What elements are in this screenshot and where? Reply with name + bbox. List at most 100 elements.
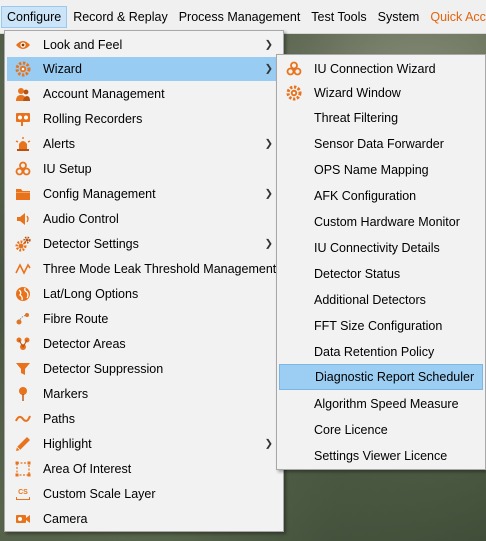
menu-item-label: Lat/Long Options	[43, 287, 139, 301]
menu-item-core-licence[interactable]: Core Licence	[279, 417, 483, 442]
biohazard-icon	[15, 161, 31, 177]
menu-item-threat-filtering[interactable]: Threat Filtering	[279, 105, 483, 130]
menu-item-label: Three Mode Leak Threshold Management	[43, 262, 277, 276]
chevron-right-icon: ❯	[264, 39, 273, 51]
menu-item-label: Alerts	[43, 137, 75, 151]
menu-item-config-management[interactable]: Config Management ❯	[7, 182, 281, 206]
menu-item-detector-areas[interactable]: Detector Areas	[7, 332, 281, 356]
menu-item-lat-long-options[interactable]: Lat/Long Options	[7, 282, 281, 306]
filter-icon	[15, 361, 31, 377]
gear-wizard-icon	[15, 61, 31, 77]
menu-item-diagnostic-report-scheduler[interactable]: Diagnostic Report Scheduler	[279, 364, 483, 390]
scale-icon: CS	[15, 486, 31, 502]
recorder-icon	[15, 111, 31, 127]
menu-item-label: AFK Configuration	[314, 188, 417, 203]
menu-item-label: Wizard Window	[314, 85, 401, 100]
speaker-icon	[15, 211, 31, 227]
selection-icon	[15, 461, 31, 477]
menu-item-markers[interactable]: Markers	[7, 382, 281, 406]
menu-item-detector-settings[interactable]: Detector Settings ❯	[7, 232, 281, 256]
menu-item-three-mode-leak[interactable]: Three Mode Leak Threshold Management	[7, 257, 281, 281]
wave-icon	[15, 261, 31, 277]
menu-item-iu-connectivity-details[interactable]: IU Connectivity Details	[279, 235, 483, 260]
menu-item-rolling-recorders[interactable]: Rolling Recorders	[7, 107, 281, 131]
menu-item-highlight[interactable]: Highlight ❯	[7, 432, 281, 456]
menu-item-fft-size-configuration[interactable]: FFT Size Configuration	[279, 313, 483, 338]
menu-item-label: Highlight	[43, 437, 92, 451]
menu-item-ops-name-mapping[interactable]: OPS Name Mapping	[279, 157, 483, 182]
menu-item-additional-detectors[interactable]: Additional Detectors	[279, 287, 483, 312]
menu-item-alerts[interactable]: Alerts ❯	[7, 132, 281, 156]
wizard-submenu: IU Connection Wizard Wizard Window Threa…	[276, 54, 486, 470]
menu-record-replay[interactable]: Record & Replay	[68, 6, 173, 28]
group-icon	[15, 336, 31, 352]
menu-quick-access[interactable]: Quick Access	[425, 6, 486, 28]
menu-process-management[interactable]: Process Management	[174, 6, 306, 28]
menu-item-label: Audio Control	[43, 212, 119, 226]
menu-item-label: Detector Areas	[43, 337, 126, 351]
menu-item-paths[interactable]: Paths	[7, 407, 281, 431]
users-icon	[15, 86, 31, 102]
menu-item-label: Markers	[43, 387, 89, 401]
menu-item-label: Detector Status	[314, 266, 401, 281]
route-icon	[15, 311, 31, 327]
menu-bar: Configure Record & Replay Process Manage…	[0, 0, 486, 34]
menu-item-wizard[interactable]: Wizard ❯	[7, 57, 281, 81]
menu-item-afk-configuration[interactable]: AFK Configuration	[279, 183, 483, 208]
configure-dropdown: Look and Feel ❯ Wizard ❯ Account Managem…	[4, 30, 284, 532]
pencil-icon	[15, 436, 31, 452]
menu-item-settings-viewer-licence[interactable]: Settings Viewer Licence	[279, 443, 483, 468]
menu-item-custom-scale-layer[interactable]: CS Custom Scale Layer	[7, 482, 281, 506]
menu-item-label: Camera	[43, 512, 88, 526]
menu-item-area-of-interest[interactable]: Area Of Interest	[7, 457, 281, 481]
globe-icon	[15, 286, 31, 302]
menu-item-fibre-route[interactable]: Fibre Route	[7, 307, 281, 331]
chevron-right-icon: ❯	[264, 63, 273, 75]
menu-item-label: Look and Feel	[43, 38, 123, 52]
menu-item-label: Algorithm Speed Measure	[314, 396, 459, 411]
scale-icon-text: CS	[18, 488, 28, 496]
menu-item-audio-control[interactable]: Audio Control	[7, 207, 281, 231]
menu-item-iu-connection-wizard[interactable]: IU Connection Wizard	[279, 56, 483, 81]
menu-item-label: Paths	[43, 412, 75, 426]
menu-item-look-and-feel[interactable]: Look and Feel ❯	[7, 33, 281, 57]
menu-item-detector-status[interactable]: Detector Status	[279, 261, 483, 286]
menu-item-algorithm-speed-measure[interactable]: Algorithm Speed Measure	[279, 391, 483, 416]
menu-item-detector-suppression[interactable]: Detector Suppression	[7, 357, 281, 381]
camera-icon	[15, 511, 31, 527]
menu-item-custom-hardware-monitor[interactable]: Custom Hardware Monitor	[279, 209, 483, 234]
menu-item-label: Custom Scale Layer	[43, 487, 156, 501]
folder-icon	[15, 186, 31, 202]
menu-item-camera[interactable]: Camera	[7, 507, 281, 531]
menu-item-label: Threat Filtering	[314, 110, 399, 125]
menu-item-label: Diagnostic Report Scheduler	[315, 370, 475, 384]
menu-item-label: Settings Viewer Licence	[314, 448, 448, 463]
menu-item-data-retention-policy[interactable]: Data Retention Policy	[279, 339, 483, 364]
menu-item-label: IU Connectivity Details	[314, 240, 440, 255]
menu-item-label: FFT Size Configuration	[314, 318, 443, 333]
pin-icon	[15, 386, 31, 402]
chevron-right-icon: ❯	[264, 238, 273, 250]
menu-item-label: Wizard	[43, 62, 82, 76]
menu-item-sensor-data-forwarder[interactable]: Sensor Data Forwarder	[279, 131, 483, 156]
menu-item-label: Sensor Data Forwarder	[314, 136, 444, 151]
menu-item-label: Config Management	[43, 187, 156, 201]
menu-item-account-management[interactable]: Account Management	[7, 82, 281, 106]
menu-item-wizard-window[interactable]: Wizard Window	[279, 80, 483, 105]
menu-item-label: Detector Settings	[43, 237, 139, 251]
gears-icon	[15, 236, 31, 252]
menu-item-label: IU Setup	[43, 162, 92, 176]
menu-item-label: OPS Name Mapping	[314, 162, 429, 177]
eye-icon	[15, 37, 31, 53]
menu-system[interactable]: System	[373, 6, 425, 28]
menu-item-label: Fibre Route	[43, 312, 109, 326]
menu-item-iu-setup[interactable]: IU Setup	[7, 157, 281, 181]
menu-item-label: Custom Hardware Monitor	[314, 214, 460, 229]
biohazard-icon	[286, 61, 302, 77]
chevron-right-icon: ❯	[264, 438, 273, 450]
menu-test-tools[interactable]: Test Tools	[306, 6, 371, 28]
menu-configure[interactable]: Configure	[1, 5, 68, 28]
menu-item-label: Data Retention Policy	[314, 344, 435, 359]
menu-item-label: IU Connection Wizard	[314, 61, 436, 76]
menu-item-label: Rolling Recorders	[43, 112, 143, 126]
